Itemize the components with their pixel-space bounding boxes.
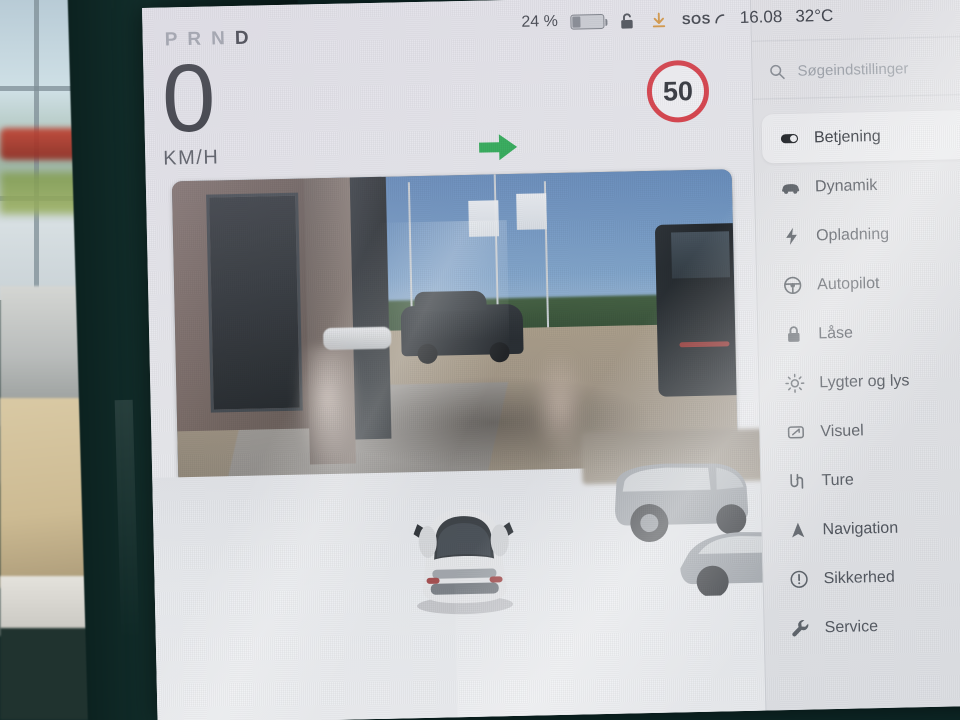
sidebar-item-dynamik[interactable]: Dynamik (763, 159, 960, 212)
ego-vehicle-render (401, 496, 528, 619)
sidebar-item-autopilot[interactable]: Autopilot (765, 257, 960, 310)
status-bar: 24 % SOS 16.08 32°C (513, 0, 960, 46)
sidebar-item-label: Låse (818, 324, 854, 342)
battery-icon (570, 13, 606, 30)
speed-limit-sign: 50 (646, 59, 710, 123)
unlock-icon[interactable] (618, 11, 637, 30)
toggle-switch-icon (778, 127, 800, 149)
sidebar-item-label: Service (824, 617, 879, 636)
flag (516, 193, 547, 230)
sidebar-item-label: Sikkerhed (823, 568, 895, 587)
temperature-label[interactable]: 32°C (795, 6, 833, 27)
battery-percent-label: 24 % (521, 12, 559, 31)
speedometer: 0 KM/H (160, 44, 220, 170)
sidebar-item-opladning[interactable]: Opladning (764, 208, 960, 261)
display-icon (784, 421, 806, 443)
lock-icon (782, 323, 804, 345)
sidebar-item-navigation[interactable]: Navigation (770, 502, 960, 555)
sidebar-item-ture[interactable]: Ture (769, 453, 960, 506)
clock-label: 16.08 (739, 7, 783, 27)
dark-suv-parked (400, 303, 524, 365)
settings-sidebar: 24 % SOS 16.08 32°C Søgeindstillinger Be… (521, 0, 960, 711)
touchscreen-display[interactable]: P R N D 0 KM/H 50 24 % SOS 16.08 32°C Sø… (142, 0, 960, 720)
sidebar-item-label: Lygter og lys (819, 371, 910, 391)
car-side-icon (779, 176, 801, 198)
finger-reflection (531, 350, 588, 460)
sidebar-item-sikkerhed[interactable]: Sikkerhed (771, 551, 960, 604)
driving-pane: P R N D 0 KM/H 50 (142, 0, 810, 720)
gear-letter-d: D (234, 27, 251, 49)
wrench-icon (788, 617, 810, 639)
software-update-download-icon[interactable] (650, 10, 669, 29)
turn-signal-right-icon (477, 132, 520, 163)
sidebar-item-betjening[interactable]: Betjening (761, 110, 960, 164)
sidebar-item-laase[interactable]: Låse (766, 306, 960, 359)
search-divider (753, 93, 960, 100)
steering-wheel-icon (781, 274, 803, 296)
building-doorway (206, 192, 303, 413)
sun-brightness-icon (783, 372, 805, 394)
sidebar-item-label: Autopilot (817, 274, 880, 293)
sidebar-item-label: Visuel (820, 421, 864, 440)
sos-label[interactable]: SOS (682, 11, 711, 27)
sos-signal-icon (714, 12, 727, 25)
sidebar-item-visuel[interactable]: Visuel (768, 404, 960, 457)
sidebar-item-label: Opladning (815, 225, 890, 244)
lightning-bolt-icon (780, 225, 802, 247)
settings-menu: Betjening Dynamik Opladning Autopilot Lå… (753, 110, 960, 654)
speed-value: 0 (160, 44, 215, 153)
gear-letter-n: N (210, 28, 228, 50)
flag (468, 200, 500, 237)
sidebar-item-label: Betjening (813, 127, 881, 146)
sidebar-item-lygter-og-lys[interactable]: Lygter og lys (767, 355, 960, 408)
sidebar-item-service[interactable]: Service (772, 600, 960, 653)
surroundings-visualization (152, 428, 810, 720)
speed-unit: KM/H (163, 146, 220, 170)
search-icon (768, 62, 785, 79)
route-icon (785, 470, 807, 492)
sidebar-item-label: Dynamik (814, 176, 878, 195)
speed-limit-value: 50 (662, 75, 694, 107)
alert-circle-icon (787, 568, 809, 590)
photograph-of-car-touchscreen: P R N D 0 KM/H 50 24 % SOS 16.08 32°C Sø… (0, 0, 960, 720)
reflection-blur (293, 345, 363, 477)
sidebar-item-label: Navigation (822, 519, 899, 538)
sidebar-item-label: Ture (821, 471, 854, 489)
search-input[interactable]: Søgeindstillinger (797, 60, 908, 79)
search-settings-row[interactable]: Søgeindstillinger (752, 46, 960, 93)
navigation-arrow-icon (786, 519, 808, 541)
vehicle-window (671, 231, 731, 279)
